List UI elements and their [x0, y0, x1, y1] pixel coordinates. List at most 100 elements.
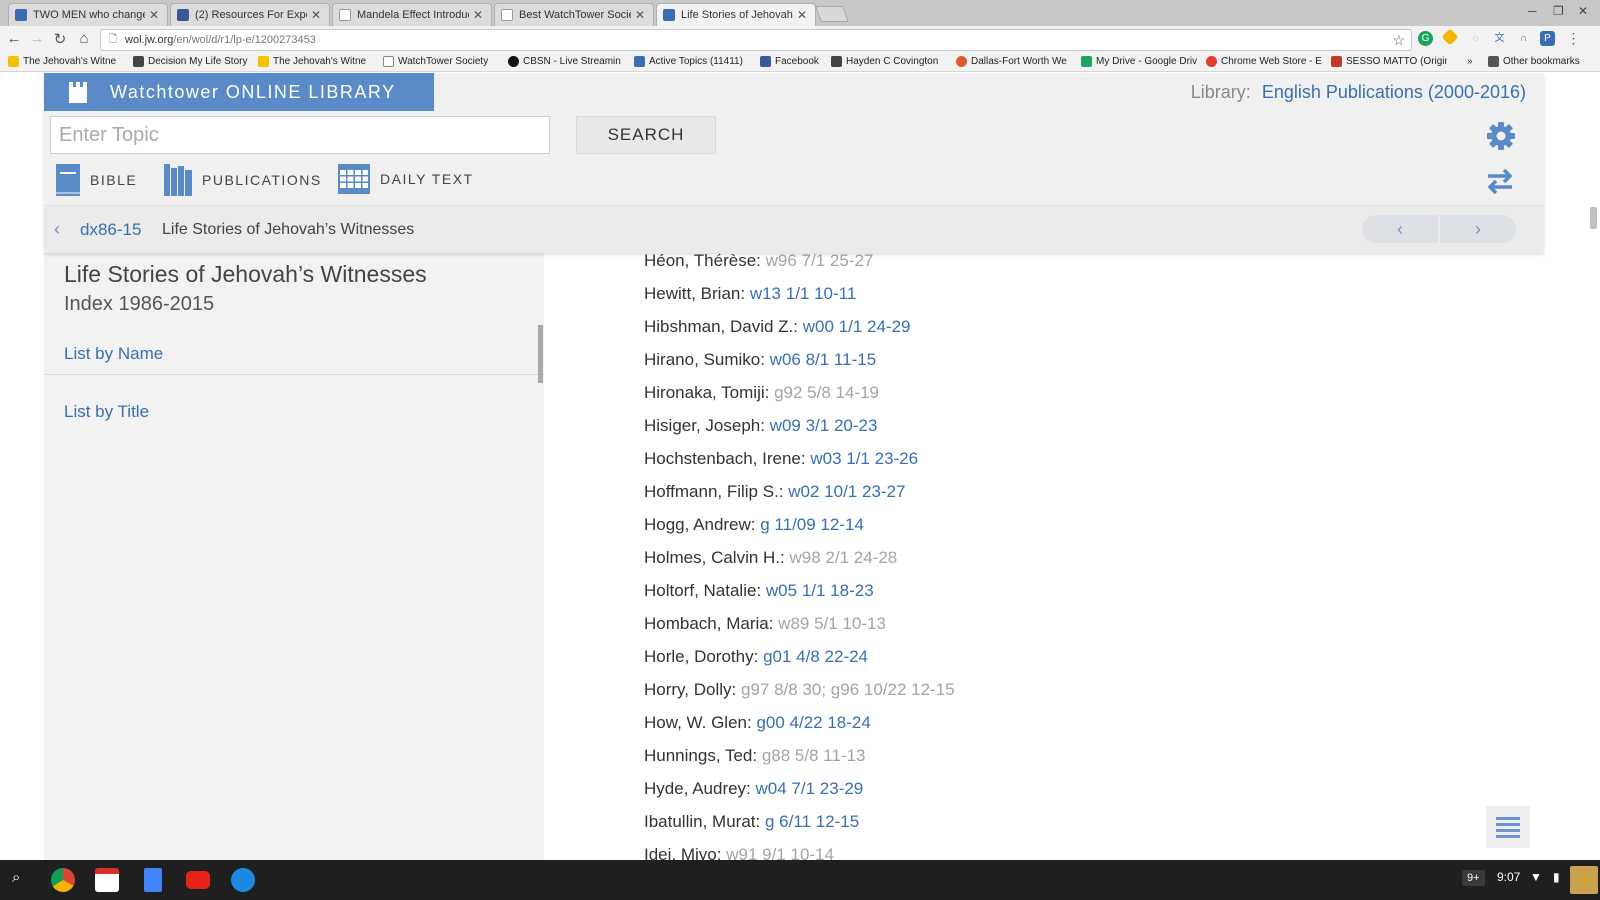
bookmark-item[interactable]: Chrome Web Store - E [1206, 56, 1322, 67]
main-nav: BIBLE PUBLICATIONS DAILY TEXT [44, 161, 1544, 205]
nav-publications[interactable]: PUBLICATIONS [164, 164, 322, 196]
menu-button[interactable] [1486, 806, 1530, 848]
page-bookmark-icon [383, 56, 394, 67]
back-arrow-icon[interactable]: ← [4, 30, 24, 47]
reference-link[interactable]: w00 1/1 24-29 [803, 317, 911, 336]
search-input[interactable] [50, 116, 550, 154]
nav-daily-text[interactable]: DAILY TEXT [338, 164, 474, 194]
breadcrumb: ‹ dx86-15 Life Stories of Jehovah’s Witn… [44, 205, 1544, 253]
browser-tab-2[interactable]: (2) Resources For Expos ✕ [170, 3, 330, 26]
chrome-menu-icon[interactable]: ⋮ [1566, 31, 1581, 46]
wifi-icon[interactable]: ▼ [1530, 870, 1542, 884]
restore-icon[interactable]: ❐ [1553, 4, 1564, 18]
web-page: Watchtower ONLINE LIBRARY Library: Engli… [0, 73, 1600, 860]
url-domain: wol.jw.org [125, 34, 174, 46]
more-bookmarks-button[interactable]: » [1467, 56, 1479, 67]
search-button[interactable]: SEARCH [576, 116, 716, 154]
tab-close-icon[interactable]: ✕ [635, 8, 645, 22]
docs-app-icon[interactable] [144, 868, 162, 892]
p-extension-icon[interactable]: P [1540, 31, 1555, 46]
forum-bookmark-icon [634, 56, 645, 67]
browser-toolbar: ← → ↻ ⌂ 🗋 wol.jw.org/en/wol/d/r1/lp-e/12… [0, 26, 1600, 54]
reference-link[interactable]: g01 4/8 22-24 [763, 647, 868, 666]
browser-tab-1[interactable]: TWO MEN who changed ✕ [8, 3, 168, 26]
drive-extension-icon[interactable] [1441, 28, 1459, 46]
reference-text: w96 7/1 25-27 [765, 253, 874, 270]
page-info-icon[interactable]: 🗋 [109, 32, 117, 49]
notification-badge[interactable]: 9+ [1462, 870, 1485, 886]
list-item: Hogg, Andrew: g 11/09 12-14 [644, 515, 864, 534]
gmail-app-icon[interactable] [95, 868, 119, 892]
reference-text: g88 5/8 11-13 [761, 746, 866, 765]
list-by-title-link[interactable]: List by Title [64, 402, 149, 422]
bookmark-item[interactable]: Active Topics (11411) [634, 56, 750, 67]
home-icon[interactable]: ⌂ [74, 30, 94, 47]
bookmark-star-icon[interactable]: ☆ [1392, 32, 1405, 49]
site-logo[interactable]: Watchtower ONLINE LIBRARY [44, 73, 434, 111]
hamburger-menu-icon [1496, 817, 1520, 838]
library-link[interactable]: English Publications (2000-2016) [1262, 82, 1526, 102]
reload-icon[interactable]: ↻ [50, 30, 70, 48]
reference-link[interactable]: w02 10/1 23-27 [788, 482, 905, 501]
reference-link[interactable]: g 6/11 12-15 [765, 812, 859, 831]
reference-link[interactable]: w05 1/1 18-23 [766, 581, 874, 600]
files-app-icon[interactable] [231, 868, 255, 892]
youtube-app-icon[interactable] [186, 871, 210, 889]
tab-close-icon[interactable]: ✕ [473, 8, 483, 22]
search-icon[interactable]: ⌕ [12, 869, 20, 886]
battery-icon[interactable]: ▮ [1553, 870, 1560, 884]
list-item: Hoffmann, Filip S.: w02 10/1 23-27 [644, 482, 906, 501]
list-item: Hunnings, Ted: g88 5/8 11-13 [644, 746, 866, 765]
sidebar-scrollbar[interactable] [538, 325, 543, 383]
bookmark-item[interactable]: Facebook [760, 56, 825, 67]
translate-extension-icon[interactable]: 文 [1492, 31, 1507, 46]
window-close-icon[interactable]: ✕ [1578, 4, 1588, 18]
swap-arrows-icon[interactable] [1484, 165, 1516, 197]
bookmark-item[interactable]: Dallas-Fort Worth We [956, 56, 1072, 67]
tab-close-icon[interactable]: ✕ [149, 8, 159, 22]
bookmark-item[interactable]: SESSO MATTO (Origin [1331, 56, 1447, 67]
headphones-extension-icon[interactable]: ∩ [1516, 31, 1531, 46]
next-page-button[interactable]: › [1440, 215, 1516, 243]
minimize-icon[interactable]: ─ [1528, 4, 1537, 18]
os-taskbar: ⌕ 9+ 9:07 ▼ ▮ [0, 860, 1600, 900]
bookmark-item[interactable]: Decision My Life Story [133, 56, 248, 67]
page-scrollbar[interactable] [1590, 207, 1597, 229]
reference-link[interactable]: w03 1/1 23-26 [810, 449, 918, 468]
reference-link[interactable]: w06 8/1 11-15 [770, 350, 876, 369]
previous-page-button[interactable]: ‹ [1362, 215, 1438, 243]
user-avatar[interactable] [1570, 866, 1598, 894]
browser-tab-3[interactable]: Mandela Effect Introduc ✕ [332, 3, 492, 26]
bookmark-item[interactable]: CBSN - Live Streamin [508, 56, 624, 67]
bookmark-item[interactable]: My Drive - Google Driv [1081, 56, 1197, 67]
gear-icon[interactable] [1486, 121, 1516, 151]
address-bar[interactable]: 🗋 wol.jw.org/en/wol/d/r1/lp-e/1200273453… [100, 29, 1412, 51]
bookmark-item[interactable]: The Jehovah's Witne [8, 56, 123, 67]
nav-bible[interactable]: BIBLE [56, 164, 137, 196]
clock[interactable]: 9:07 [1497, 870, 1520, 884]
new-tab-button[interactable] [815, 6, 849, 22]
page-favicon-icon [339, 9, 351, 21]
reference-link[interactable]: g 11/09 12-14 [760, 515, 864, 534]
bookmark-item[interactable]: The Jehovah's Witne [258, 56, 373, 67]
reference-link[interactable]: w09 3/1 20-23 [770, 416, 878, 435]
other-bookmarks-folder[interactable]: Other bookmarks [1488, 56, 1598, 67]
browser-tab-active[interactable]: Life Stories of Jehovah's ✕ [656, 3, 816, 26]
breadcrumb-code-link[interactable]: dx86-15 [80, 220, 141, 240]
chrome-app-icon[interactable] [51, 868, 75, 892]
tab-close-icon[interactable]: ✕ [797, 8, 807, 22]
forward-arrow-icon[interactable]: → [27, 30, 47, 47]
bookmark-item[interactable]: WatchTower Society [383, 56, 498, 67]
browser-tab-4[interactable]: Best WatchTower Societ ✕ [494, 3, 654, 26]
grammarly-extension-icon[interactable]: G [1418, 31, 1433, 46]
list-by-name-link[interactable]: List by Name [64, 344, 163, 364]
breadcrumb-back-icon[interactable]: ‹ [54, 219, 60, 240]
reference-link[interactable]: w04 7/1 23-29 [756, 779, 864, 798]
bookmark-item[interactable]: Hayden C Covington [831, 56, 947, 67]
list-item: Hirano, Sumiko: w06 8/1 11-15 [644, 350, 877, 369]
list-item: Horry, Dolly: g97 8/8 30; g96 10/22 12-1… [644, 680, 955, 699]
reference-link[interactable]: g00 4/22 18-24 [756, 713, 870, 732]
reference-link[interactable]: w13 1/1 10-11 [750, 284, 856, 303]
loading-extension-icon[interactable]: ◌ [1468, 31, 1483, 46]
tab-close-icon[interactable]: ✕ [311, 8, 321, 22]
